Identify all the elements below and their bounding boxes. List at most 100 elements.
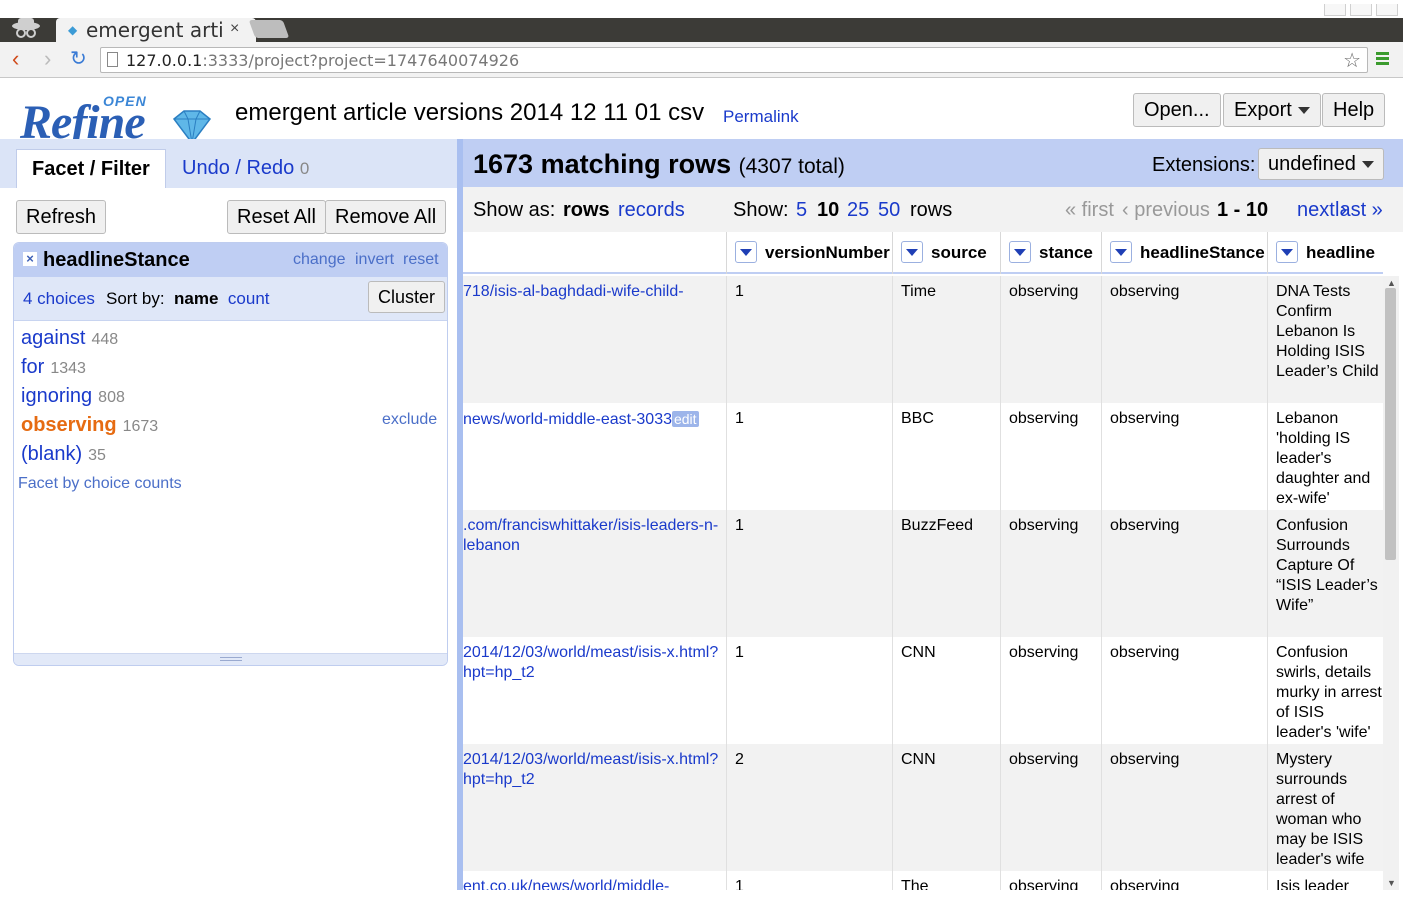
choices-count-link[interactable]: 4 choices — [23, 289, 95, 309]
vertical-scrollbar[interactable]: ▲ ▼ — [1383, 276, 1399, 890]
data-grid: versionNumber source stance headlineStan… — [463, 232, 1383, 890]
export-button[interactable]: Export — [1223, 93, 1321, 127]
permalink-link[interactable]: Permalink — [723, 107, 799, 127]
table-cell-hstance[interactable]: observing — [1101, 510, 1267, 637]
table-cell-headline[interactable]: Lebanon 'holding IS leader's daughter an… — [1267, 403, 1383, 510]
facet-choice[interactable]: against 448 — [21, 327, 118, 350]
page-size-25[interactable]: 25 — [847, 199, 869, 222]
page-size-50[interactable]: 50 — [878, 199, 900, 222]
forward-icon[interactable]: › — [44, 46, 51, 72]
refresh-button[interactable]: Refresh — [16, 200, 107, 234]
facet-close-icon[interactable]: × — [23, 252, 37, 266]
tab-close-icon[interactable]: × — [230, 20, 239, 38]
cell-edit-button[interactable]: edit — [671, 411, 699, 427]
first-page-link[interactable]: « first — [1065, 199, 1114, 222]
column-header-headline[interactable]: headline — [1267, 232, 1383, 274]
table-cell-source[interactable]: BBC — [892, 403, 1000, 510]
table-cell-version[interactable]: 2 — [726, 744, 892, 871]
table-cell-headline[interactable]: Confusion Surrounds Capture Of “ISIS Lea… — [1267, 510, 1383, 637]
table-cell-hstance[interactable]: observing — [1101, 744, 1267, 871]
table-cell-url[interactable]: 2014/12/03/world/meast/isis-x.html?hpt=h… — [463, 637, 726, 744]
back-icon[interactable]: ‹ — [12, 46, 19, 72]
table-cell-hstance[interactable]: observing — [1101, 403, 1267, 510]
facet-change-link[interactable]: change — [293, 251, 346, 269]
help-button[interactable]: Help — [1322, 93, 1386, 127]
minimize-button[interactable] — [1324, 4, 1346, 16]
address-bar[interactable]: 127.0.0.1:3333/project?project=174764007… — [100, 47, 1368, 73]
facet-reset-link[interactable]: reset — [403, 251, 439, 269]
column-menu-icon[interactable] — [1110, 241, 1132, 263]
facet-invert-link[interactable]: invert — [355, 251, 394, 269]
table-cell-stance[interactable]: observing — [1000, 276, 1101, 403]
table-cell-stance[interactable]: observing — [1000, 403, 1101, 510]
openrefine-logo[interactable]: Refine OPEN — [20, 89, 220, 149]
tab-undo-redo[interactable]: Undo / Redo 0 — [167, 149, 324, 188]
new-tab-button[interactable] — [248, 20, 290, 38]
table-cell-version[interactable]: 1 — [726, 510, 892, 637]
table-cell-headline[interactable]: DNA Tests Confirm Lebanon Is Holding ISI… — [1267, 276, 1383, 403]
table-cell-hstance[interactable]: observing — [1101, 871, 1267, 890]
table-cell-stance[interactable]: observing — [1000, 637, 1101, 744]
table-cell-stance[interactable]: observing — [1000, 744, 1101, 871]
table-cell-source[interactable]: The — [892, 871, 1000, 890]
show-as-records-link[interactable]: records — [618, 199, 685, 222]
column-menu-icon[interactable] — [901, 241, 923, 263]
table-cell-source[interactable]: CNN — [892, 637, 1000, 744]
column-header-stance[interactable]: stance — [1000, 232, 1101, 274]
previous-page-link[interactable]: ‹ previous — [1122, 199, 1210, 222]
facet-choice-selected[interactable]: observing 1673 — [21, 414, 158, 437]
project-title[interactable]: emergent article versions 2014 12 11 01 … — [235, 99, 704, 127]
table-cell-version[interactable]: 1 — [726, 276, 892, 403]
tab-facet-filter[interactable]: Facet / Filter — [16, 149, 166, 188]
bookmark-star-icon[interactable]: ☆ — [1343, 48, 1361, 73]
facet-resize-handle[interactable] — [14, 653, 447, 665]
table-cell-stance[interactable]: observing — [1000, 871, 1101, 890]
table-cell-url[interactable]: news/world-middle-east-3033 edit — [463, 403, 726, 510]
table-cell-headline[interactable]: Confusion swirls, details murky in arres… — [1267, 637, 1383, 744]
table-cell-headline[interactable]: Isis leader — [1267, 871, 1383, 890]
maximize-button[interactable] — [1350, 4, 1372, 16]
page-size-10[interactable]: 10 — [817, 199, 839, 222]
column-menu-icon[interactable] — [735, 241, 757, 263]
cluster-button[interactable]: Cluster — [368, 281, 446, 313]
remove-all-button[interactable]: Remove All — [325, 200, 447, 234]
facet-by-choice-counts-link[interactable]: Facet by choice counts — [18, 475, 182, 493]
table-cell-version[interactable]: 1 — [726, 871, 892, 890]
column-menu-icon[interactable] — [1276, 241, 1298, 263]
facet-choice[interactable]: ignoring 808 — [21, 385, 125, 408]
page-size-5[interactable]: 5 — [796, 199, 807, 222]
column-header-headlineStance[interactable]: headlineStance — [1101, 232, 1267, 274]
table-cell-headline[interactable]: Mystery surrounds arrest of woman who ma… — [1267, 744, 1383, 871]
table-cell-source[interactable]: BuzzFeed — [892, 510, 1000, 637]
open-button[interactable]: Open... — [1133, 93, 1221, 127]
rows-label: rows — [910, 199, 953, 221]
extensions-dropdown[interactable]: undefined — [1258, 148, 1384, 180]
chrome-menu-icon[interactable] — [1376, 52, 1389, 67]
last-page-link[interactable]: last » — [1335, 199, 1383, 222]
close-window-button[interactable] — [1376, 4, 1398, 16]
show-as-rows[interactable]: rows — [563, 199, 610, 222]
column-header-source[interactable]: source — [892, 232, 1000, 274]
table-cell-source[interactable]: Time — [892, 276, 1000, 403]
table-cell-hstance[interactable]: observing — [1101, 276, 1267, 403]
browser-tab[interactable]: ◆ emergent arti × — [56, 18, 256, 44]
facet-choice[interactable]: (blank) 35 — [21, 443, 106, 466]
table-cell-url[interactable]: 718/isis-al-baghdadi-wife-child- — [463, 276, 726, 403]
table-cell-source[interactable]: CNN — [892, 744, 1000, 871]
reset-all-button[interactable]: Reset All — [227, 200, 326, 234]
table-cell-hstance[interactable]: observing — [1101, 637, 1267, 744]
table-cell-version[interactable]: 1 — [726, 637, 892, 744]
facet-choice[interactable]: for 1343 — [21, 356, 86, 379]
table-cell-url[interactable]: 2014/12/03/world/meast/isis-x.html?hpt=h… — [463, 744, 726, 871]
table-cell-stance[interactable]: observing — [1000, 510, 1101, 637]
reload-icon[interactable]: ↻ — [70, 46, 87, 72]
left-panel: Facet / Filter Undo / Redo 0 Refresh Res… — [0, 139, 457, 908]
table-cell-url[interactable]: ent.co.uk/news/world/middle- — [463, 871, 726, 890]
table-cell-version[interactable]: 1 — [726, 403, 892, 510]
column-menu-icon[interactable] — [1009, 241, 1031, 263]
sort-count-link[interactable]: count — [228, 289, 270, 308]
exclude-link[interactable]: exclude — [382, 411, 437, 429]
sort-name[interactable]: name — [174, 289, 218, 308]
table-cell-url[interactable]: .com/franciswhittaker/isis-leaders-n-leb… — [463, 510, 726, 637]
scrollbar-thumb[interactable] — [1385, 288, 1396, 560]
